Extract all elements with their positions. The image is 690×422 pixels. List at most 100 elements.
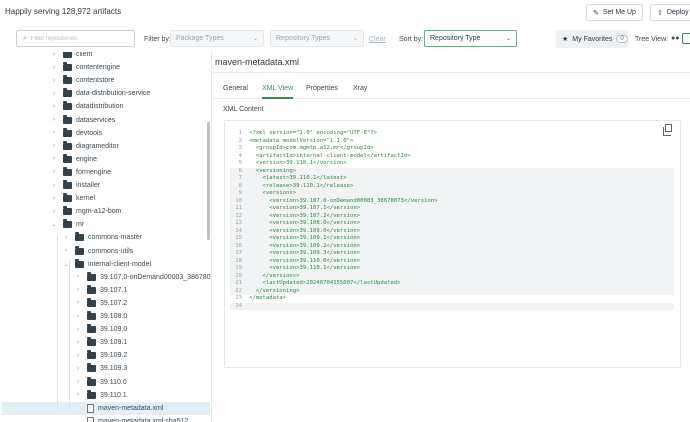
my-favorites-label: My Favorites <box>572 35 613 43</box>
tree-item-label: datadistribution <box>76 103 124 111</box>
tree-item-label: 39.109.0 <box>100 326 128 334</box>
header-bar: Happily serving 128,972 artifacts ✎ Set … <box>0 0 690 24</box>
code-text: <version>39.109.1</version> <box>249 235 361 241</box>
repository-types-select[interactable]: Repository Types ⌄ <box>270 30 364 47</box>
clear-filters-link[interactable]: Clear <box>369 36 386 43</box>
chevron-right-icon[interactable]: › <box>74 287 82 293</box>
chevron-right-icon[interactable]: › <box>50 78 58 84</box>
tree-folder-item[interactable]: › contentstore <box>50 74 115 87</box>
tree-folder-item[interactable]: › contentengine <box>50 61 120 74</box>
tab-xray[interactable]: Xray <box>353 85 367 99</box>
chevron-right-icon[interactable]: › <box>50 130 58 136</box>
xml-code-lines: 1 <?xml version="1.0" encoding="UTF-8"?> 2… <box>230 130 674 310</box>
chevron-right-icon[interactable]: › <box>74 274 82 280</box>
chevron-right-icon[interactable]: › <box>74 340 82 346</box>
tree-item-label: contentengine <box>76 64 120 72</box>
tree-folder-item[interactable]: › diagrameditor <box>50 140 119 153</box>
chevron-right-icon[interactable]: › <box>50 104 58 110</box>
tree-folder-item[interactable]: › installer <box>50 179 100 192</box>
chevron-right-icon[interactable]: › <box>74 353 82 359</box>
tab-general[interactable]: General <box>223 85 248 99</box>
chevron-right-icon[interactable]: › <box>50 196 58 202</box>
chevron-right-icon[interactable]: › <box>74 392 82 398</box>
tree-folder-item[interactable]: › dataservices <box>50 114 115 127</box>
chevron-right-icon[interactable]: › <box>50 169 58 175</box>
code-line: 24 <box>230 302 674 310</box>
tree-view-checkbox[interactable] <box>682 33 690 44</box>
code-text: <version>39.107.2</version> <box>249 212 361 219</box>
folder-icon <box>87 284 96 294</box>
tree-folder-item[interactable]: › 39.108.0 <box>74 310 127 323</box>
chevron-right-icon[interactable]: › <box>50 91 58 97</box>
line-number: 24 <box>235 302 242 309</box>
tab-properties[interactable]: Properties <box>306 85 338 99</box>
tree-folder-item[interactable]: › formengine <box>50 166 111 179</box>
tree-folder-item[interactable]: › 39.107.1 <box>74 284 127 297</box>
tab-xml-view[interactable]: XML View <box>262 85 294 99</box>
chevron-right-icon[interactable]: › <box>50 117 58 123</box>
tree-folder-item[interactable]: › 39.107.0-onDemand00003_38678073 <box>74 271 211 284</box>
chevron-right-icon[interactable]: › <box>50 65 58 71</box>
search-input[interactable] <box>30 35 121 42</box>
set-me-up-button[interactable]: ✎ Set Me Up <box>586 4 643 21</box>
tree-scrollbar[interactable] <box>207 122 210 240</box>
tree-folder-item[interactable]: › 39.109.1 <box>74 336 127 349</box>
chevron-down-icon: ⌄ <box>505 36 511 42</box>
wrench-icon: ✎ <box>593 9 599 17</box>
line-number: 16 <box>235 242 242 249</box>
tree-item-label: commons-master <box>88 234 143 242</box>
tree-folder-item[interactable]: › 39.107.2 <box>74 297 127 310</box>
code-line: 5 <version>39.110.1</version> <box>230 160 674 168</box>
chevron-right-icon[interactable]: › <box>74 366 82 372</box>
chevron-right-icon[interactable]: › <box>50 52 58 58</box>
tree-folder-item[interactable]: › kernel <box>50 192 95 205</box>
chevron-right-icon[interactable]: › <box>50 156 58 162</box>
tree-file-item[interactable]: maven-metadata.xml <box>2 401 210 415</box>
tree-folder-item[interactable]: › 39.109.0 <box>74 323 127 336</box>
tree-folder-item[interactable]: › 39.109.2 <box>74 349 127 362</box>
chevron-down-icon[interactable]: ⌄ <box>50 221 58 228</box>
tree-folder-item[interactable]: › 39.109.3 <box>74 362 127 375</box>
tree-folder-item[interactable]: › 39.110.0 <box>74 376 127 389</box>
chevron-right-icon[interactable]: › <box>74 327 82 333</box>
line-number: 8 <box>238 182 242 189</box>
tree-folder-item[interactable]: › datadistribution <box>50 100 123 113</box>
tree-item-label: dataservices <box>76 116 116 124</box>
tree-folder-item[interactable]: › engine <box>50 153 97 166</box>
tree-folder-item[interactable]: ⌄ mr <box>50 218 84 231</box>
chevron-right-icon[interactable]: › <box>62 248 70 254</box>
sort-by-select[interactable]: Repository Type ⌄ <box>424 30 517 47</box>
chevron-right-icon[interactable]: › <box>62 235 70 241</box>
tree-folder-item[interactable]: › commons-master <box>62 231 142 244</box>
chevron-right-icon[interactable]: › <box>74 314 82 320</box>
repository-search[interactable]: ⌕ <box>16 30 135 47</box>
tree-folder-item[interactable]: › client <box>50 52 92 61</box>
package-types-select[interactable]: Package Types ⌄ <box>170 30 264 47</box>
deploy-button[interactable]: ⇧ Deploy <box>650 4 690 21</box>
tree-item-label: maven-metadata.xml <box>98 404 164 412</box>
tree-folder-item[interactable]: › 39.110.1 <box>74 389 127 402</box>
chevron-right-icon[interactable]: › <box>50 209 58 215</box>
chevron-right-icon[interactable]: › <box>50 143 58 149</box>
tree-folder-item[interactable]: › devtools <box>50 127 102 140</box>
folder-icon <box>63 180 72 189</box>
tree-folder-item[interactable]: › commons-utils <box>62 245 133 258</box>
tree-view-toggle-icon[interactable]: ●● <box>671 35 679 42</box>
tree-file-item[interactable]: maven-metadata.xml.sha512 <box>74 415 188 422</box>
tree-item-label: maven-metadata.xml.sha512 <box>98 417 189 422</box>
tree-item-label: formengine <box>76 168 112 176</box>
tree-folder-item[interactable]: › mgm-a12-bom <box>50 205 122 218</box>
folder-icon <box>75 258 84 268</box>
my-favorites-button[interactable]: ★ My Favorites 0 <box>556 30 628 48</box>
chevron-right-icon[interactable]: › <box>74 300 82 306</box>
code-text: <version>39.110.1</version> <box>249 160 347 166</box>
tree-folder-item[interactable]: › data-distribution-service <box>50 87 150 100</box>
xml-code-viewer[interactable]: 1 <?xml version="1.0" encoding="UTF-8"?> 2… <box>224 120 681 368</box>
repository-tree: › client › contentengine › contentstore › data-… <box>0 52 212 422</box>
chevron-right-icon[interactable]: › <box>50 183 58 189</box>
code-text: </versions> <box>249 272 300 279</box>
code-line: 1 <?xml version="1.0" encoding="UTF-8"?> <box>230 130 674 138</box>
chevron-right-icon[interactable]: › <box>74 379 82 385</box>
tree-folder-item[interactable]: ⌄ internal-client-model <box>62 258 151 271</box>
code-text: <?xml version="1.0" encoding="UTF-8"?> <box>249 130 377 136</box>
